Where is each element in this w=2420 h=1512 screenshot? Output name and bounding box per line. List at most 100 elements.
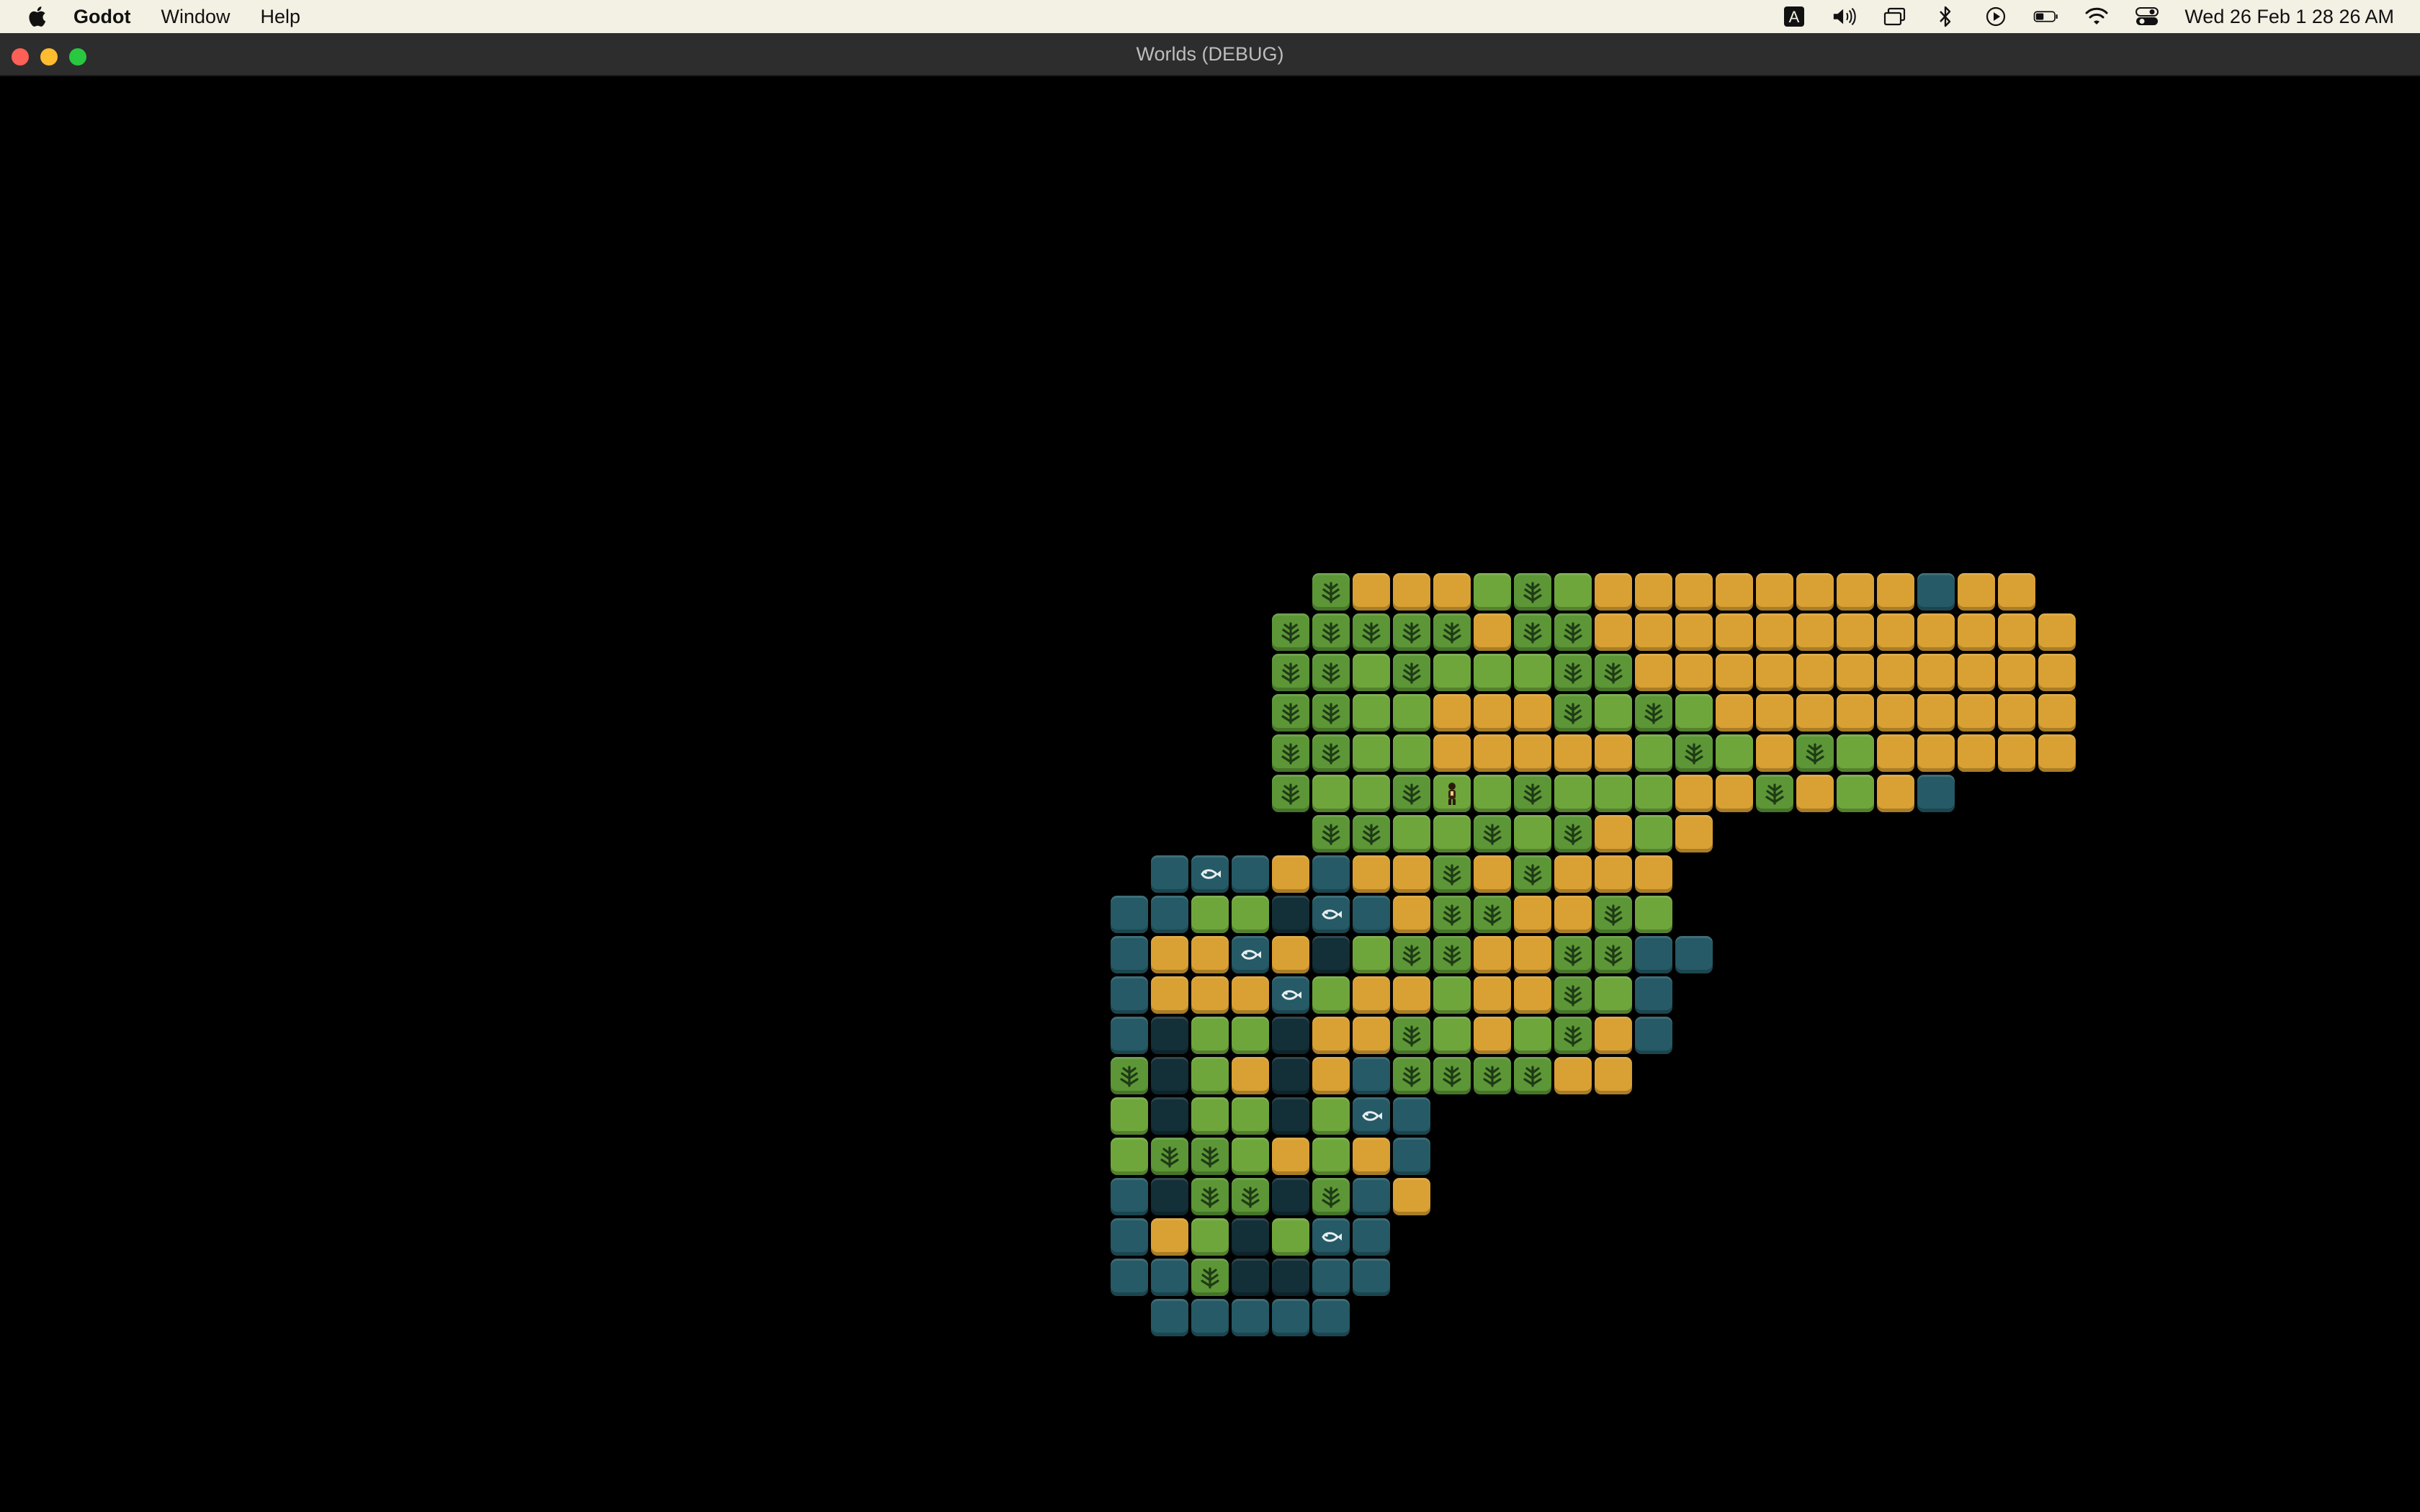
deep-water-tile[interactable] bbox=[1272, 896, 1309, 933]
sand-tile[interactable] bbox=[1958, 573, 1995, 611]
water-tile[interactable] bbox=[1232, 1299, 1269, 1336]
sand-tile[interactable] bbox=[1877, 734, 1914, 772]
water-tile[interactable] bbox=[1111, 1218, 1148, 1256]
bluetooth-icon[interactable] bbox=[1932, 6, 1958, 27]
sand-tile[interactable] bbox=[1474, 936, 1511, 973]
grass-tile[interactable] bbox=[1716, 734, 1753, 772]
sand-tile[interactable] bbox=[1514, 896, 1551, 933]
grass-tile[interactable] bbox=[1191, 896, 1229, 933]
sand-tile[interactable] bbox=[1474, 613, 1511, 651]
grass-tile[interactable] bbox=[1595, 976, 1632, 1014]
water-tile[interactable] bbox=[1635, 1017, 1672, 1054]
sand-tile[interactable] bbox=[1756, 734, 1793, 772]
grass-tile[interactable] bbox=[1433, 654, 1471, 691]
deep-water-tile[interactable] bbox=[1151, 1017, 1188, 1054]
tree-tile[interactable] bbox=[1272, 613, 1309, 651]
grass-tile[interactable] bbox=[1635, 775, 1672, 812]
tree-tile[interactable] bbox=[1554, 936, 1592, 973]
tree-tile[interactable] bbox=[1554, 654, 1592, 691]
water-tile[interactable] bbox=[1111, 1259, 1148, 1296]
water-tile[interactable] bbox=[1393, 1138, 1430, 1175]
sand-tile[interactable] bbox=[1474, 855, 1511, 893]
sand-tile[interactable] bbox=[1917, 613, 1955, 651]
deep-water-tile[interactable] bbox=[1272, 1259, 1309, 1296]
sand-tile[interactable] bbox=[1635, 855, 1672, 893]
sand-tile[interactable] bbox=[1675, 775, 1713, 812]
fish-tile[interactable] bbox=[1312, 1218, 1350, 1256]
sand-tile[interactable] bbox=[1514, 976, 1551, 1014]
grass-tile[interactable] bbox=[1191, 1017, 1229, 1054]
tree-tile[interactable] bbox=[1191, 1178, 1229, 1215]
grass-tile[interactable] bbox=[1353, 694, 1390, 732]
grass-tile[interactable] bbox=[1111, 1097, 1148, 1135]
grass-tile[interactable] bbox=[1312, 976, 1350, 1014]
sand-tile[interactable] bbox=[1837, 694, 1874, 732]
grass-tile[interactable] bbox=[1514, 654, 1551, 691]
sand-tile[interactable] bbox=[1635, 613, 1672, 651]
player-tile[interactable] bbox=[1433, 775, 1471, 812]
water-tile[interactable] bbox=[1151, 855, 1188, 893]
sand-tile[interactable] bbox=[1595, 573, 1632, 611]
water-tile[interactable] bbox=[1151, 896, 1188, 933]
battery-icon[interactable] bbox=[2033, 6, 2059, 27]
tree-tile[interactable] bbox=[1312, 1178, 1350, 1215]
sand-tile[interactable] bbox=[2038, 694, 2076, 732]
apple-logo-icon[interactable] bbox=[27, 6, 46, 27]
sand-tile[interactable] bbox=[1675, 613, 1713, 651]
sand-tile[interactable] bbox=[1716, 573, 1753, 611]
tree-tile[interactable] bbox=[1554, 694, 1592, 732]
sand-tile[interactable] bbox=[1917, 694, 1955, 732]
sand-tile[interactable] bbox=[1998, 573, 2035, 611]
grass-tile[interactable] bbox=[1393, 734, 1430, 772]
screen-mirroring-icon[interactable] bbox=[1882, 6, 1908, 27]
grass-tile[interactable] bbox=[1554, 775, 1592, 812]
sand-tile[interactable] bbox=[1958, 694, 1995, 732]
sand-tile[interactable] bbox=[1917, 654, 1955, 691]
tree-tile[interactable] bbox=[1312, 815, 1350, 852]
menu-window[interactable]: Window bbox=[161, 6, 230, 28]
water-tile[interactable] bbox=[1111, 1017, 1148, 1054]
water-tile[interactable] bbox=[1353, 1057, 1390, 1094]
grass-tile[interactable] bbox=[1595, 775, 1632, 812]
sand-tile[interactable] bbox=[2038, 654, 2076, 691]
tree-tile[interactable] bbox=[1272, 654, 1309, 691]
grass-tile[interactable] bbox=[1675, 694, 1713, 732]
grass-tile[interactable] bbox=[1474, 775, 1511, 812]
sand-tile[interactable] bbox=[1554, 855, 1592, 893]
sand-tile[interactable] bbox=[1595, 815, 1632, 852]
sand-tile[interactable] bbox=[1675, 654, 1713, 691]
sand-tile[interactable] bbox=[1796, 694, 1834, 732]
deep-water-tile[interactable] bbox=[1272, 1097, 1309, 1135]
water-tile[interactable] bbox=[1111, 1178, 1148, 1215]
tree-tile[interactable] bbox=[1393, 1057, 1430, 1094]
deep-water-tile[interactable] bbox=[1151, 1178, 1188, 1215]
menubar-clock[interactable]: Wed 26 Feb 1 28 26 AM bbox=[2184, 6, 2394, 28]
water-tile[interactable] bbox=[1151, 1259, 1188, 1296]
deep-water-tile[interactable] bbox=[1232, 1259, 1269, 1296]
sand-tile[interactable] bbox=[1433, 573, 1471, 611]
tree-tile[interactable] bbox=[1151, 1138, 1188, 1175]
water-tile[interactable] bbox=[1635, 976, 1672, 1014]
sand-tile[interactable] bbox=[1756, 573, 1793, 611]
sand-tile[interactable] bbox=[1272, 1138, 1309, 1175]
sand-tile[interactable] bbox=[1272, 855, 1309, 893]
grass-tile[interactable] bbox=[1635, 815, 1672, 852]
sand-tile[interactable] bbox=[1877, 775, 1914, 812]
tree-tile[interactable] bbox=[1514, 775, 1551, 812]
tree-tile[interactable] bbox=[1353, 613, 1390, 651]
fish-tile[interactable] bbox=[1353, 1097, 1390, 1135]
deep-water-tile[interactable] bbox=[1272, 1178, 1309, 1215]
sand-tile[interactable] bbox=[1514, 936, 1551, 973]
tree-tile[interactable] bbox=[1191, 1259, 1229, 1296]
grass-tile[interactable] bbox=[1837, 775, 1874, 812]
sand-tile[interactable] bbox=[2038, 734, 2076, 772]
grass-tile[interactable] bbox=[1474, 654, 1511, 691]
grass-tile[interactable] bbox=[1635, 734, 1672, 772]
sand-tile[interactable] bbox=[1393, 855, 1430, 893]
wifi-icon[interactable] bbox=[2084, 6, 2110, 27]
sand-tile[interactable] bbox=[1756, 694, 1793, 732]
water-tile[interactable] bbox=[1675, 936, 1713, 973]
sand-tile[interactable] bbox=[1353, 976, 1390, 1014]
tree-tile[interactable] bbox=[1393, 1017, 1430, 1054]
sand-tile[interactable] bbox=[1796, 654, 1834, 691]
